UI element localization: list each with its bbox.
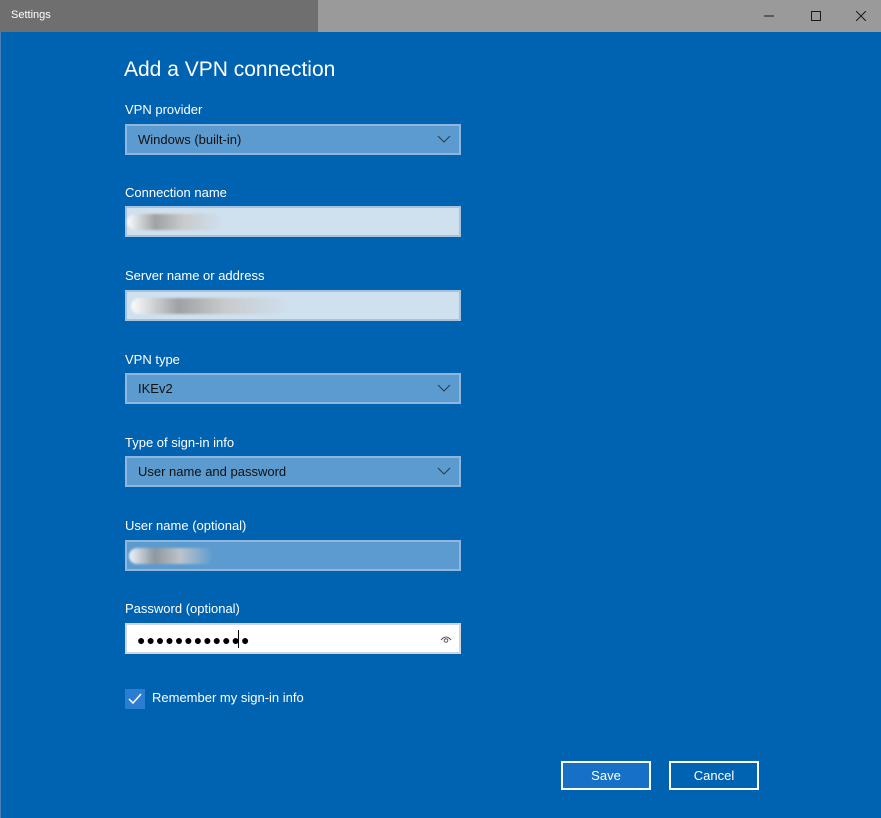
password-mask: ●●●●●●●●●●●● [137,632,251,648]
server-name-input[interactable] [125,290,461,321]
vpn-provider-label: VPN provider [125,102,203,117]
save-button[interactable]: Save [561,761,651,790]
vpn-provider-value: Windows (built-in) [138,132,242,147]
title-bar: Settings [0,0,881,32]
cancel-button[interactable]: Cancel [669,761,759,790]
text-caret [238,630,239,648]
remember-checkbox[interactable] [125,689,145,709]
vpn-provider-dropdown[interactable]: Windows (built-in) [125,124,461,155]
chevron-down-icon [437,467,451,475]
close-icon [856,11,866,21]
page-title: Add a VPN connection [124,58,336,81]
minimize-button[interactable] [746,0,792,32]
sign-in-type-value: User name and password [138,464,287,479]
password-label: Password (optional) [125,601,240,616]
chevron-down-icon [437,135,451,143]
sign-in-type-label: Type of sign-in info [125,435,235,450]
chevron-down-icon [437,384,451,392]
vpn-type-dropdown[interactable]: IKEv2 [125,373,461,404]
connection-name-label: Connection name [125,185,227,200]
server-name-label: Server name or address [125,268,265,283]
maximize-icon [811,11,821,21]
redacted-text [131,298,289,314]
reveal-password-icon[interactable] [440,633,452,645]
redacted-text [127,214,222,230]
connection-name-input[interactable] [125,206,461,237]
sign-in-type-dropdown[interactable]: User name and password [125,456,461,487]
password-input[interactable]: ●●●●●●●●●●●● [125,623,461,654]
remember-label[interactable]: Remember my sign-in info [152,690,304,705]
window-title: Settings [11,9,51,21]
vpn-type-value: IKEv2 [138,381,173,396]
user-name-input[interactable] [125,540,461,571]
redacted-text [129,548,214,564]
checkmark-icon [128,693,142,705]
user-name-label: User name (optional) [125,518,247,533]
vpn-type-label: VPN type [125,352,180,367]
maximize-button[interactable] [793,0,839,32]
minimize-icon [764,15,774,17]
close-button[interactable] [838,0,881,32]
